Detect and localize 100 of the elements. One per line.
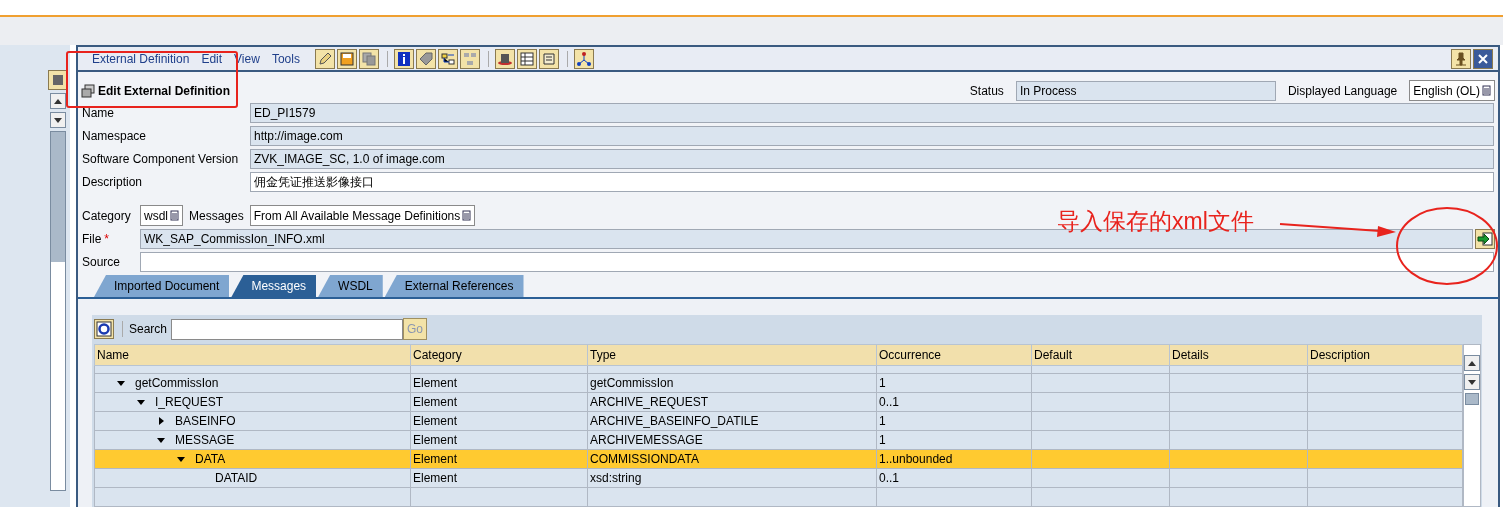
- source-label: Source: [81, 254, 122, 271]
- status-label: Status: [969, 82, 1004, 100]
- tree-row[interactable]: I_REQUEST Element ARCHIVE_REQUEST 0..1: [94, 392, 1463, 412]
- toolbar-button[interactable]: [516, 48, 537, 69]
- table-cell: ARCHIVE_REQUEST: [590, 395, 709, 409]
- column-header[interactable]: Name: [94, 344, 411, 366]
- tree-row[interactable]: BASEINFO Element ARCHIVE_BASEINFO_DATILE 1: [94, 411, 1463, 431]
- import-button[interactable]: [1475, 229, 1495, 249]
- source-field[interactable]: [140, 252, 1494, 272]
- tree-row[interactable]: DATAID Element xsd:string 0..1: [94, 468, 1463, 488]
- field-label: Namespace: [81, 127, 148, 145]
- column-header[interactable]: Default: [1031, 344, 1170, 366]
- table-cell: ARCHIVEMESSAGE: [590, 433, 703, 447]
- info-icon: [395, 50, 412, 67]
- node-name: getCommissIon: [135, 375, 219, 392]
- menu-item[interactable]: Edit: [201, 49, 223, 68]
- hierarchy-icon: [461, 50, 478, 67]
- table-cell: 1: [879, 414, 886, 428]
- toolbar-button[interactable]: [393, 48, 414, 69]
- input-field[interactable]: 佣金凭证推送影像接口: [250, 171, 1494, 192]
- file-label: File: [82, 231, 102, 248]
- toolbar-button[interactable]: [314, 48, 335, 69]
- pin-button[interactable]: [1451, 48, 1471, 69]
- tree-row[interactable]: getCommissIon Element getCommissIon 1: [94, 373, 1463, 393]
- messages-label: Messages: [189, 207, 244, 225]
- tag-icon: [417, 50, 434, 67]
- table-cell: Element: [413, 433, 458, 447]
- up-arrow-icon: [1468, 360, 1476, 366]
- expanded-arrow-icon[interactable]: [157, 436, 165, 444]
- refresh-button[interactable]: [94, 319, 114, 339]
- table-cell: 1: [879, 376, 886, 390]
- refresh-icon: [96, 321, 112, 337]
- language-dropdown[interactable]: English (OL): [1409, 80, 1495, 102]
- column-header[interactable]: Type: [587, 344, 877, 366]
- down-arrow-icon: [1468, 379, 1476, 385]
- table-cell: Element: [413, 414, 458, 428]
- toolbar-button[interactable]: [437, 48, 458, 69]
- tab[interactable]: Imported Document: [94, 275, 230, 297]
- up-arrow-icon: [54, 98, 62, 104]
- collapsed-arrow-icon[interactable]: [157, 417, 165, 425]
- scroll-thumb[interactable]: [1465, 393, 1479, 405]
- scroll-icon: [540, 50, 557, 67]
- table-cell: Element: [413, 471, 458, 485]
- field-label: Software Component Version: [81, 150, 240, 168]
- messages-dropdown[interactable]: From All Available Message Definitions: [249, 205, 476, 226]
- required-asterisk: *: [104, 231, 109, 248]
- status-field: In Process: [1015, 80, 1276, 101]
- molecule-icon: [575, 50, 592, 67]
- dropdown-icon: [462, 210, 472, 221]
- scroll-down-button[interactable]: [1464, 374, 1480, 390]
- expanded-arrow-icon[interactable]: [137, 398, 145, 406]
- scroll-up-button[interactable]: [1464, 355, 1480, 371]
- table-cell: getCommissIon: [590, 376, 674, 390]
- toolbar-button[interactable]: [573, 48, 594, 69]
- node-name: BASEINFO: [175, 413, 236, 430]
- copy-icon: [360, 50, 377, 67]
- table-cell: 0..1: [879, 471, 899, 485]
- tree-row[interactable]: DATA Element COMMISSIONDATA 1..unbounded: [94, 449, 1463, 469]
- window-title: Edit External Definition: [98, 82, 230, 100]
- toolbar-button[interactable]: [415, 48, 436, 69]
- column-header[interactable]: Details: [1169, 344, 1308, 366]
- search-label: Search: [129, 321, 168, 338]
- table-cell: 1..unbounded: [879, 452, 953, 466]
- scrollbar[interactable]: [50, 131, 66, 491]
- column-header[interactable]: Category: [410, 344, 588, 366]
- search-field[interactable]: [171, 318, 404, 340]
- toolbar-button[interactable]: [336, 48, 357, 69]
- table-cell: ARCHIVE_BASEINFO_DATILE: [590, 414, 759, 428]
- language-label: Displayed Language: [1287, 82, 1398, 100]
- import-file-icon: [1477, 232, 1493, 246]
- table-cell: xsd:string: [590, 471, 642, 485]
- tab[interactable]: WSDL: [318, 275, 383, 297]
- column-header[interactable]: Occurrence: [876, 344, 1032, 366]
- column-header[interactable]: Description: [1307, 344, 1463, 366]
- field-label: Description: [81, 173, 144, 191]
- pin-icon: [1454, 51, 1468, 66]
- table-cell: Element: [413, 452, 458, 466]
- scroll-up-button[interactable]: [50, 93, 66, 109]
- table-icon: [518, 50, 535, 67]
- menu-item[interactable]: Tools: [271, 49, 300, 68]
- table-cell: Element: [413, 376, 458, 390]
- scroll-down-button[interactable]: [50, 112, 66, 128]
- menu-item[interactable]: External Definition: [92, 49, 190, 68]
- tab[interactable]: Messages: [231, 275, 317, 297]
- tab[interactable]: External References: [384, 275, 524, 297]
- category-dropdown[interactable]: wsdl: [140, 205, 183, 226]
- toolbar-button[interactable]: [494, 48, 515, 69]
- close-button[interactable]: [1473, 48, 1493, 69]
- tree-row[interactable]: MESSAGE Element ARCHIVEMESSAGE 1: [94, 430, 1463, 450]
- window-stack-icon: [81, 83, 95, 98]
- expanded-arrow-icon[interactable]: [177, 455, 185, 463]
- node-name: MESSAGE: [175, 432, 235, 449]
- node-name: DATAID: [215, 470, 258, 487]
- expanded-arrow-icon[interactable]: [117, 379, 125, 387]
- table-cell: 0..1: [879, 395, 899, 409]
- toolbar-button[interactable]: [48, 70, 68, 90]
- readonly-field: ZVK_IMAGE_SC, 1.0 of image.com: [250, 148, 1494, 169]
- category-label: Category: [81, 207, 132, 225]
- dropdown-icon: [170, 210, 179, 221]
- save-icon: [338, 50, 355, 67]
